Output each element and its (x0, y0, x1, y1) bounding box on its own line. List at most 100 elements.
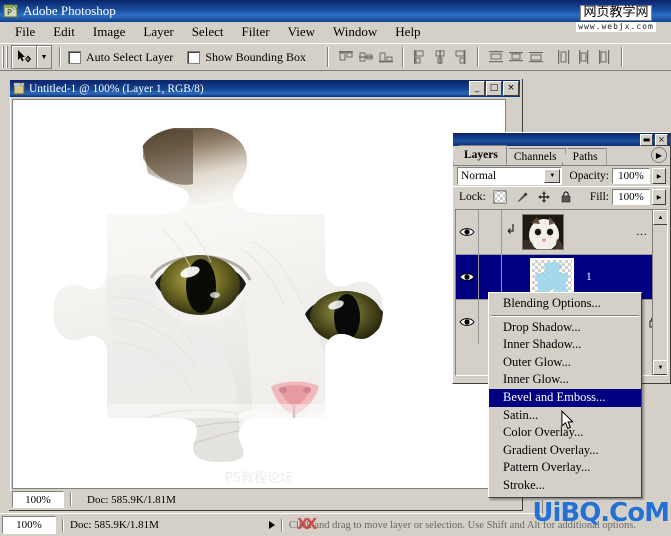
tab-paths-label: Paths (572, 151, 598, 163)
menu-item-outer-glow[interactable]: Outer Glow... (489, 354, 641, 372)
distribute-bottom-edges-icon[interactable] (527, 48, 545, 66)
distribute-vertical-centers-icon[interactable] (507, 48, 525, 66)
align-vertical-centers-icon[interactable] (357, 48, 375, 66)
document-window: Untitled-1 @ 100% (Layer 1, RGB/8) _ □ × (8, 78, 522, 510)
move-tool-icon[interactable] (11, 45, 37, 69)
menu-item-pattern-overlay[interactable]: Pattern Overlay... (489, 459, 641, 477)
menu-item-satin[interactable]: Satin... (489, 407, 641, 425)
menu-item-file[interactable]: File (6, 22, 44, 42)
fill-slider-button[interactable]: ▶ (652, 189, 666, 205)
palette-menu-button[interactable]: ▶ (651, 147, 667, 163)
app-title: Adobe Photoshop (23, 3, 116, 18)
document-zoom-field[interactable]: 100% (12, 491, 64, 508)
layer-thumbnail[interactable] (522, 214, 564, 250)
menu-item-window[interactable]: Window (324, 22, 386, 42)
document-close-button[interactable]: × (503, 81, 519, 96)
menu-item-gradient-overlay[interactable]: Gradient Overlay... (489, 442, 641, 460)
align-bottom-edges-icon[interactable] (377, 48, 395, 66)
blend-mode-select[interactable]: Normal ▼ (457, 167, 563, 185)
layer-row[interactable]: … (456, 210, 667, 255)
status-menu-arrow-icon[interactable] (268, 521, 275, 529)
menu-item-inner-glow[interactable]: Inner Glow... (489, 371, 641, 389)
align-right-edges-icon[interactable] (451, 48, 469, 66)
distribute-left-edges-icon[interactable] (555, 48, 573, 66)
layer-thumbnail[interactable] (530, 258, 574, 296)
tool-preset-dropdown[interactable]: ▼ (36, 45, 52, 69)
blend-mode-value: Normal (461, 170, 497, 182)
menu-item-image[interactable]: Image (84, 22, 134, 42)
tab-channels[interactable]: Channels (502, 148, 566, 165)
lock-transparency-icon[interactable] (493, 190, 507, 204)
canvas-watermark: PS教程论坛 (224, 471, 294, 486)
distribute-top-edges-icon[interactable] (487, 48, 505, 66)
layer-style-context-menu[interactable]: Blending Options... Drop Shadow... Inner… (488, 292, 642, 498)
layers-palette-titlebar[interactable]: ▬ × (453, 133, 670, 146)
layer-name: 1 (586, 271, 592, 283)
menu-item-layer[interactable]: Layer (134, 22, 182, 42)
menu-item-color-overlay[interactable]: Color Overlay... (489, 424, 641, 442)
palette-close-button[interactable]: × (655, 133, 668, 146)
status-zoom-field[interactable]: 100% (2, 516, 56, 534)
eye-icon (459, 318, 475, 326)
menu-item-stroke[interactable]: Stroke... (489, 477, 641, 495)
status-separator-1 (62, 518, 64, 532)
align-top-edges-icon[interactable] (337, 48, 355, 66)
puzzle-piece-artwork (53, 126, 383, 462)
tab-channels-label: Channels (513, 151, 557, 163)
options-separator-3 (402, 47, 404, 67)
chevron-down-icon: ▼ (40, 53, 48, 61)
options-separator-1 (59, 47, 61, 67)
fill-field[interactable]: 100% (612, 189, 650, 205)
auto-select-layer-checkbox[interactable] (68, 50, 81, 64)
document-minimize-button[interactable]: _ (469, 81, 485, 96)
layer-visibility-toggle[interactable] (456, 300, 479, 344)
options-bar-grip[interactable] (2, 46, 8, 68)
palette-menu-arrow-icon: ▶ (655, 150, 663, 160)
distribute-horizontal-centers-icon[interactable] (575, 48, 593, 66)
options-separator-5 (621, 47, 623, 67)
scroll-down-icon[interactable]: ▼ (653, 360, 667, 375)
distribute-right-edges-icon[interactable] (595, 48, 613, 66)
lock-all-icon[interactable] (559, 190, 573, 204)
menu-item-select[interactable]: Select (183, 22, 233, 42)
menu-item-bevel-and-emboss[interactable]: Bevel and Emboss... (489, 388, 641, 407)
menu-item-view[interactable]: View (279, 22, 324, 42)
layer-visibility-toggle[interactable] (456, 255, 479, 299)
opacity-field[interactable]: 100% (612, 168, 650, 184)
document-icon (13, 82, 26, 95)
show-bounding-box-checkbox[interactable] (187, 50, 201, 64)
document-titlebar[interactable]: Untitled-1 @ 100% (Layer 1, RGB/8) _ □ × (10, 80, 520, 97)
lock-image-icon[interactable] (515, 190, 529, 204)
svg-text:P: P (7, 8, 12, 17)
canvas[interactable]: PS教程论坛 (12, 99, 506, 489)
palette-minimize-button[interactable]: ▬ (640, 133, 653, 146)
show-bounding-box-label: Show Bounding Box (205, 49, 306, 64)
layer-link-cell[interactable] (479, 210, 502, 254)
watermark-chinese-text: 网页教学网 (580, 4, 652, 21)
photoshop-icon: P (3, 3, 19, 19)
clipping-mask-icon (506, 223, 516, 241)
scroll-up-icon[interactable]: ▲ (653, 210, 667, 225)
lock-position-icon[interactable] (537, 190, 551, 204)
photoshop-window: P Adobe Photoshop 网页教学网 www.webjx.com Fi… (0, 0, 671, 536)
menu-item-edit[interactable]: Edit (44, 22, 84, 42)
layer-list-scrollbar[interactable]: ▲ ▼ (652, 210, 667, 375)
tab-paths[interactable]: Paths (561, 148, 607, 165)
blend-mode-chevron-down-icon[interactable]: ▼ (544, 169, 561, 183)
menu-item-inner-shadow[interactable]: Inner Shadow... (489, 336, 641, 354)
options-bar: ▼ Auto Select Layer Show Bounding Box (0, 43, 671, 71)
menu-item-help[interactable]: Help (386, 22, 429, 42)
status-separator-2 (280, 518, 283, 532)
document-size-info: Doc: 585.9K/1.81M (87, 493, 176, 506)
opacity-slider-button[interactable]: ▶ (652, 168, 666, 184)
layer-visibility-toggle[interactable] (456, 210, 479, 254)
menu-item-blending-options[interactable]: Blending Options... (489, 295, 641, 313)
menu-item-filter[interactable]: Filter (232, 22, 278, 42)
red-x-marks: XX (297, 515, 317, 533)
lock-row: Lock: Fill: 100% ▶ (453, 186, 670, 207)
document-maximize-button[interactable]: □ (486, 81, 502, 96)
align-horizontal-centers-icon[interactable] (431, 48, 449, 66)
tab-layers[interactable]: Layers (453, 145, 507, 165)
align-left-edges-icon[interactable] (411, 48, 429, 66)
menu-item-drop-shadow[interactable]: Drop Shadow... (489, 319, 641, 337)
